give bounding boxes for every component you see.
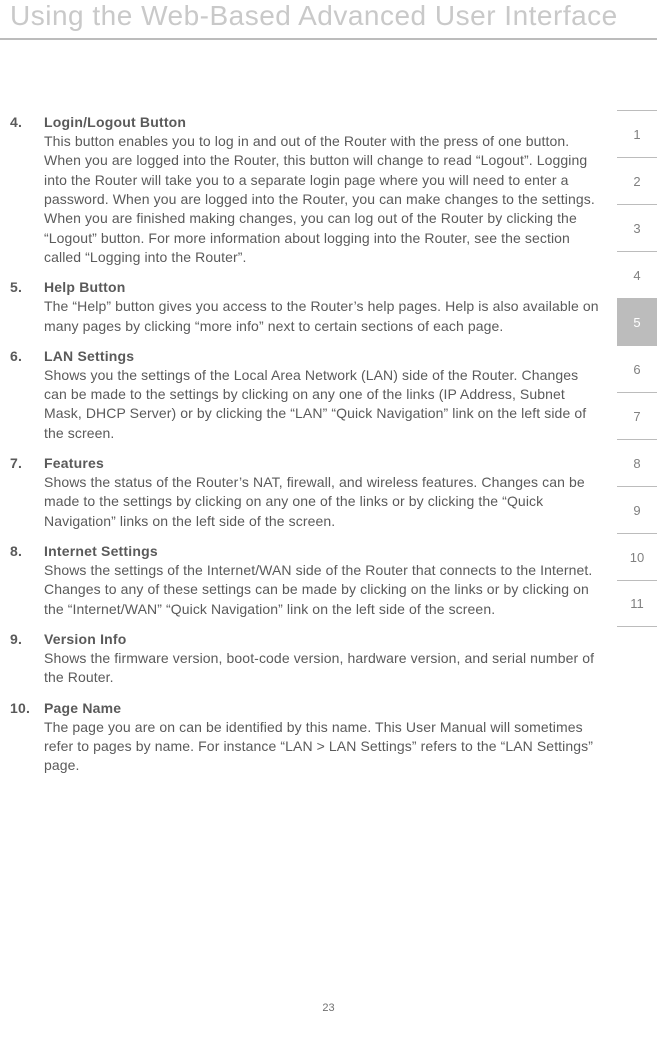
section-tab-10[interactable]: 10	[617, 533, 657, 580]
section-tab-8[interactable]: 8	[617, 439, 657, 486]
item-description: Shows the firmware version, boot-code ve…	[44, 647, 601, 694]
item-9: 9. Version Info Shows the firmware versi…	[10, 631, 601, 694]
item-5: 5. Help Button The “Help” button gives y…	[10, 279, 601, 342]
item-description: Shows the settings of the Internet/WAN s…	[44, 559, 601, 625]
item-number: 4.	[10, 114, 44, 130]
item-number: 5.	[10, 279, 44, 295]
item-number: 6.	[10, 348, 44, 364]
section-tab-4[interactable]: 4	[617, 251, 657, 298]
item-description: The “Help” button gives you access to th…	[44, 295, 601, 342]
section-tab-9[interactable]: 9	[617, 486, 657, 533]
item-number: 9.	[10, 631, 44, 647]
item-description: This button enables you to log in and ou…	[44, 130, 601, 273]
item-8: 8. Internet Settings Shows the settings …	[10, 543, 601, 625]
section-tab-11[interactable]: 11	[617, 580, 657, 627]
item-description: Shows the status of the Router’s NAT, fi…	[44, 471, 601, 537]
item-heading: Version Info	[44, 631, 127, 647]
page-title: Using the Web-Based Advanced User Interf…	[10, 0, 637, 36]
title-underline	[0, 38, 657, 40]
page-number: 23	[0, 1002, 657, 1014]
item-7: 7. Features Shows the status of the Rout…	[10, 455, 601, 537]
item-heading: Page Name	[44, 700, 121, 716]
item-6: 6. LAN Settings Shows you the settings o…	[10, 348, 601, 449]
content-area: 4. Login/Logout Button This button enabl…	[10, 114, 601, 788]
item-heading: Login/Logout Button	[44, 114, 186, 130]
item-description: The page you are on can be identified by…	[44, 716, 601, 782]
item-heading: Features	[44, 455, 104, 471]
section-tab-5[interactable]: 5	[617, 298, 657, 345]
item-number: 10.	[10, 700, 44, 716]
section-tab-1[interactable]: 1	[617, 110, 657, 157]
section-tab-6[interactable]: 6	[617, 345, 657, 392]
item-heading: Help Button	[44, 279, 126, 295]
section-tab-2[interactable]: 2	[617, 157, 657, 204]
section-tab-3[interactable]: 3	[617, 204, 657, 251]
item-heading: Internet Settings	[44, 543, 158, 559]
item-4: 4. Login/Logout Button This button enabl…	[10, 114, 601, 273]
item-number: 7.	[10, 455, 44, 471]
section-tabs: 1 2 3 4 5 6 7 8 9 10 11	[617, 110, 657, 627]
item-10: 10. Page Name The page you are on can be…	[10, 700, 601, 782]
section-tab-7[interactable]: 7	[617, 392, 657, 439]
item-description: Shows you the settings of the Local Area…	[44, 364, 601, 449]
item-number: 8.	[10, 543, 44, 559]
item-heading: LAN Settings	[44, 348, 134, 364]
